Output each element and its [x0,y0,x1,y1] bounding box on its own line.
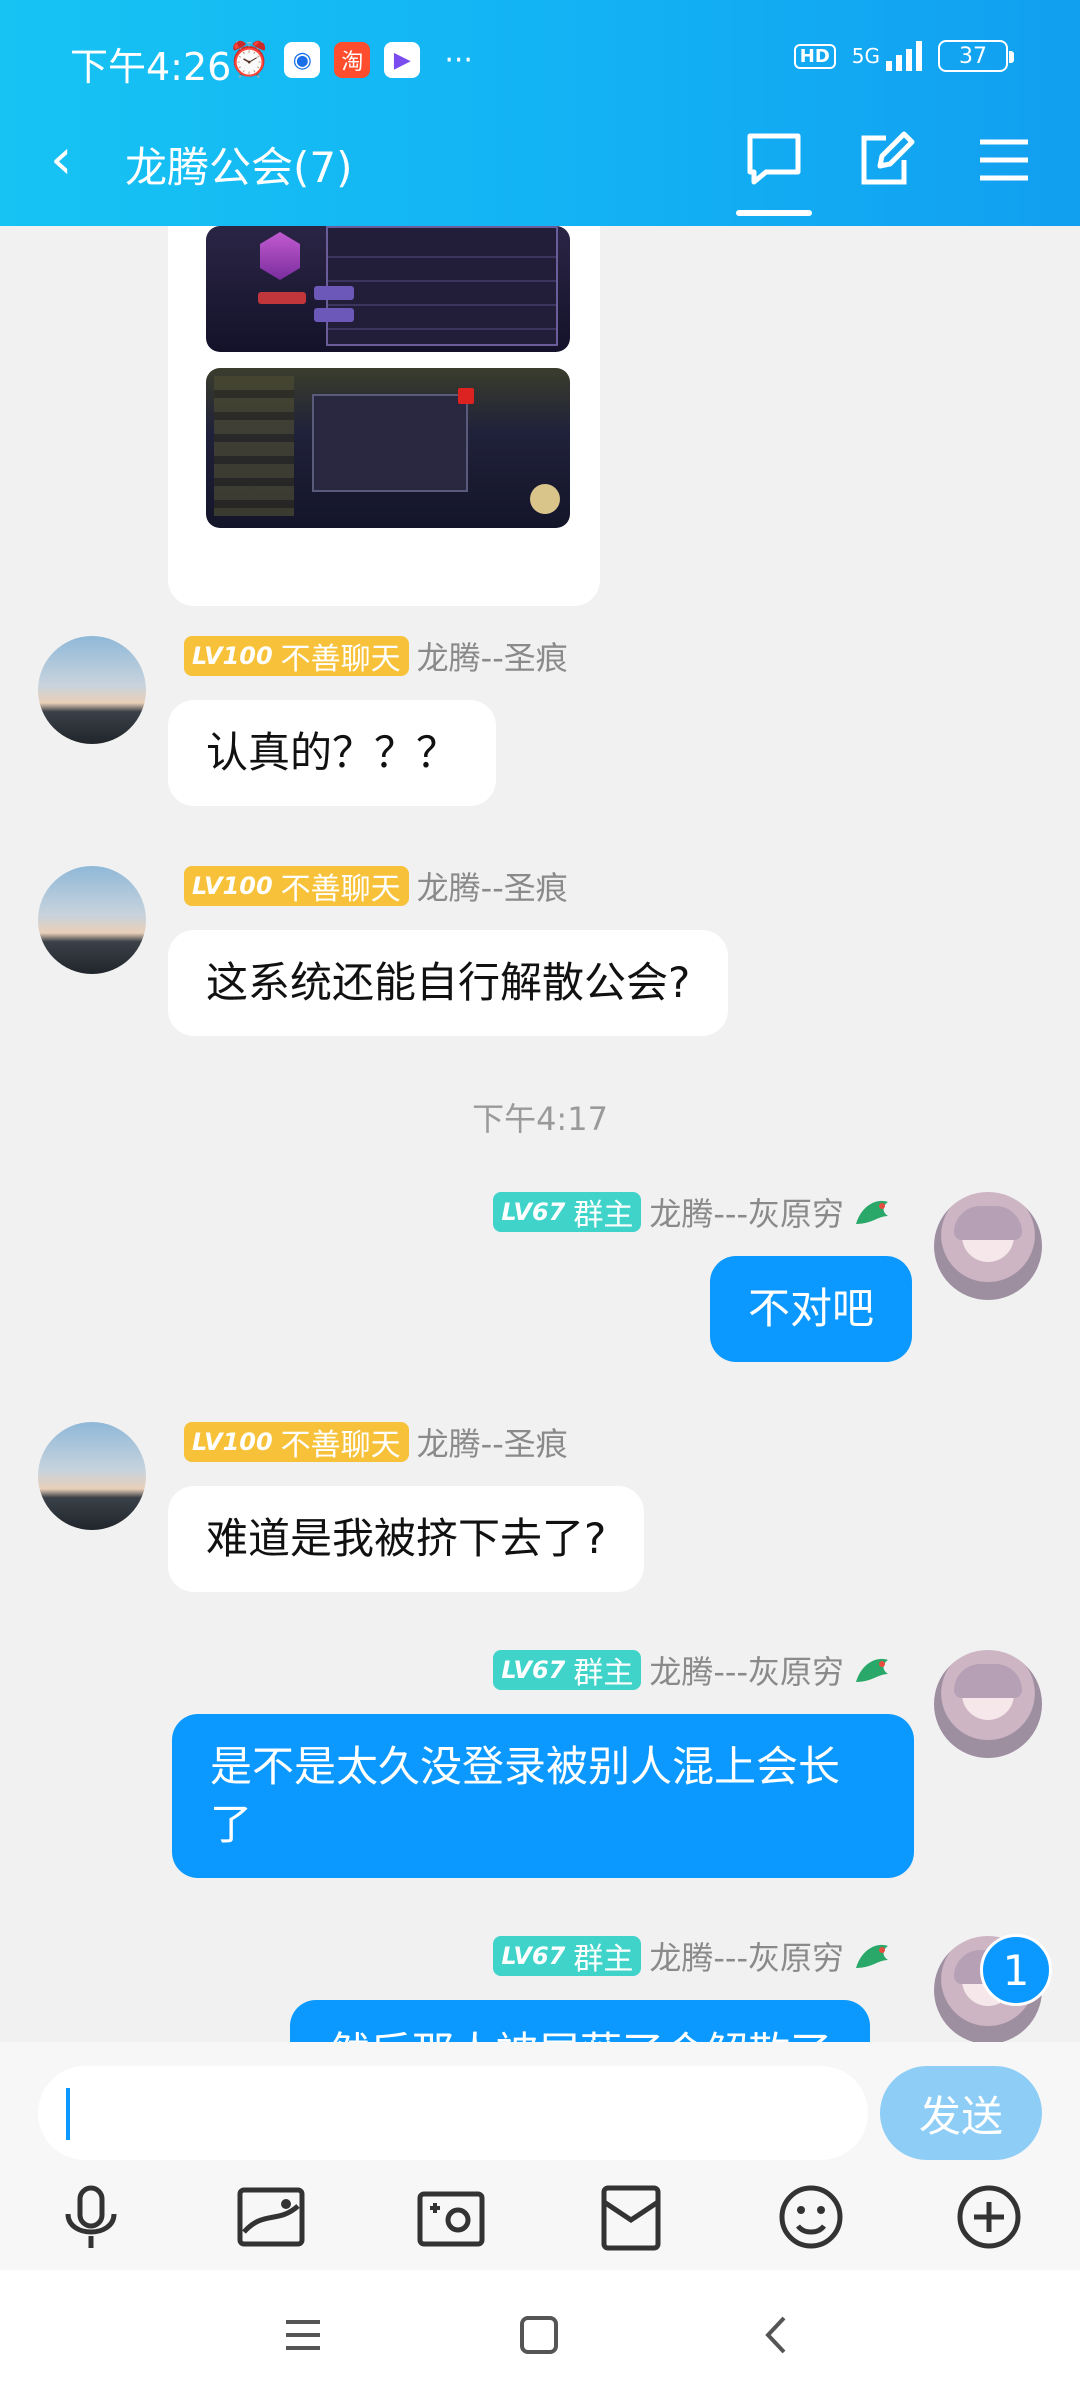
message-bubble[interactable]: 这系统还能自行解散公会? [168,930,729,1036]
image-icon[interactable] [234,2180,308,2254]
red-packet-icon[interactable] [594,2180,668,2254]
sender-meta: LV67 群主 龙腾---灰原穷 [493,1648,892,1692]
dragon-icon [852,1938,892,1974]
ranking-table-image [326,226,558,346]
level-badge: LV67 群主 [493,1650,642,1691]
send-button[interactable]: 发送 [880,2066,1042,2160]
sender-meta: LV100 不善聊天 龙腾--圣痕 [184,864,568,908]
emoji-icon[interactable] [774,2180,848,2254]
game-screenshot-image-2[interactable] [206,368,570,528]
back-button[interactable]: ‹ [50,132,72,188]
message-bubble[interactable]: 不对吧 [709,1256,912,1362]
level-label: LV67 [501,1198,566,1226]
taobao-icon: 淘 [334,42,371,78]
avatar[interactable] [38,866,146,974]
recent-apps-icon[interactable] [278,2310,328,2360]
more-notifications-icon: ··· [444,42,473,78]
signal-icon [886,41,922,71]
button-strip-image [314,286,354,300]
image-message[interactable] [168,226,600,606]
button-strip-image-2 [314,308,354,322]
dragon-icon [852,1652,892,1688]
level-label: LV100 [192,1428,273,1456]
sender-name[interactable]: 龙腾---灰原穷 [649,1647,844,1693]
video-app-icon: ▶ [384,42,421,78]
avatar[interactable] [934,1192,1042,1300]
level-badge: LV67 群主 [493,1936,642,1977]
text-caret [66,2088,70,2140]
message-timestamp: 下午4:17 [472,1100,608,1138]
microphone-icon[interactable] [54,2180,128,2254]
title-tag: 不善聊天 [280,872,401,907]
title-tag: 群主 [573,1198,634,1233]
avatar[interactable] [934,1650,1042,1758]
back-nav-icon[interactable] [752,2310,802,2360]
level-label: LV100 [192,642,273,670]
sender-meta: LV67 群主 龙腾---灰原穷 [493,1190,892,1234]
side-menu-image [214,376,294,516]
status-right: HD 5G 37 [793,40,1014,72]
message-list[interactable]: LV100 不善聊天 龙腾--圣痕 认真的？？？ LV100 不善聊天 龙腾--圣痕… [0,226,1080,2042]
active-tab-indicator [736,210,812,216]
status-time: 下午4:26 [70,45,232,89]
top-bar: 下午4:26 ⏰ ◉ 淘 ▶ ··· HD 5G 37 ‹ 龙腾公会(7) [0,0,1080,226]
avatar[interactable] [38,1422,146,1530]
title-tag: 群主 [573,1942,634,1977]
sender-name[interactable]: 龙腾--圣痕 [417,1419,568,1465]
guild-emblem-image [260,232,300,280]
level-label: LV100 [192,872,273,900]
camera-icon[interactable] [414,2180,488,2254]
hd-badge: HD [793,43,836,69]
level-label: LV67 [501,1942,566,1970]
input-bar: 发送 [0,2042,1080,2270]
level-badge: LV100 不善聊天 [184,866,409,907]
page-title: 龙腾公会(7) [125,143,353,192]
status-app-icons: ⏰ ◉ 淘 ▶ ··· [228,40,473,80]
edit-icon[interactable] [856,130,916,190]
level-badge: LV100 不善聊天 [184,636,409,677]
message-bubble[interactable]: 然后那人被屏蔽了会解散了 [290,2000,871,2042]
sender-meta: LV67 群主 龙腾---灰原穷 [493,1934,892,1978]
sender-name[interactable]: 龙腾--圣痕 [417,863,568,909]
add-more-icon[interactable] [952,2180,1026,2254]
message-bubble[interactable]: 是不是太久没登录被别人混上会长了 [172,1714,914,1878]
game-screenshot-image[interactable] [206,226,570,352]
button-strip-image-3 [258,292,306,304]
battery-icon: 37 [938,40,1014,72]
app-notification-icon: ◉ [284,42,321,78]
message-bubble[interactable]: 认真的？？？ [168,700,497,806]
corner-icon-image [530,484,560,514]
status-bar: 下午4:26 ⏰ ◉ 淘 ▶ ··· HD 5G 37 [0,28,1080,89]
avatar[interactable] [38,636,146,744]
network-label: 5G [851,44,880,68]
title-tag: 不善聊天 [280,1428,401,1463]
dialog-image [312,388,474,492]
message-bubble[interactable]: 难道是我被挤下去了? [168,1486,645,1592]
sender-name[interactable]: 龙腾---灰原穷 [649,1189,844,1235]
system-navigation-bar [0,2270,1080,2400]
sender-name[interactable]: 龙腾---灰原穷 [649,1933,844,1979]
home-icon[interactable] [514,2310,564,2360]
unread-count-badge[interactable]: 1 [980,1934,1052,2006]
level-label: LV67 [501,1656,566,1684]
alarm-icon: ⏰ [228,40,271,80]
sender-name[interactable]: 龙腾--圣痕 [417,633,568,679]
sender-meta: LV100 不善聊天 龙腾--圣痕 [184,1420,568,1464]
title-tag: 不善聊天 [280,642,401,677]
dragon-icon [852,1194,892,1230]
title-tag: 群主 [573,1656,634,1691]
menu-icon[interactable] [974,130,1034,190]
battery-level: 37 [959,43,987,69]
message-input[interactable] [38,2066,868,2160]
level-badge: LV100 不善聊天 [184,1422,409,1463]
chat-tab-icon[interactable] [744,130,804,190]
sender-meta: LV100 不善聊天 龙腾--圣痕 [184,634,568,678]
level-badge: LV67 群主 [493,1192,642,1233]
chat-screen: 下午4:26 ⏰ ◉ 淘 ▶ ··· HD 5G 37 ‹ 龙腾公会(7) LV… [0,0,1080,2400]
header-nav: ‹ 龙腾公会(7) [0,120,1080,200]
